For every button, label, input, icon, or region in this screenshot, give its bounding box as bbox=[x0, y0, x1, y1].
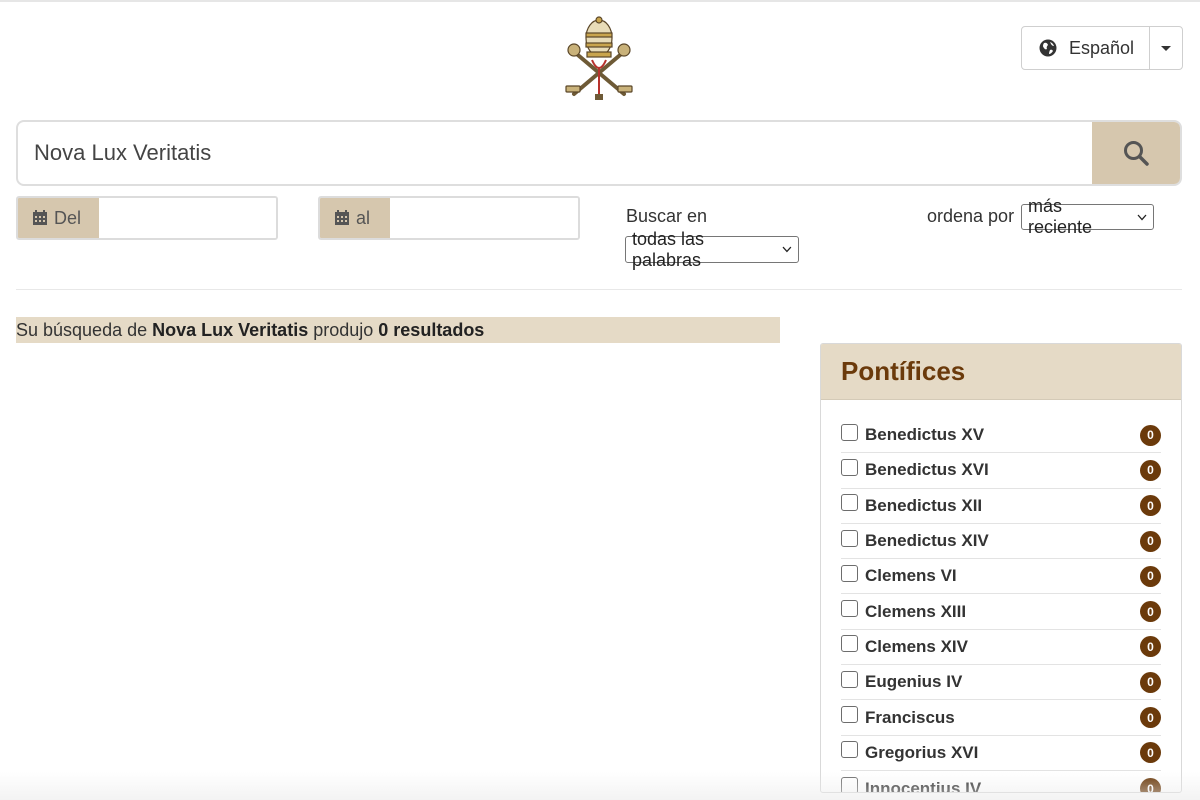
pontiff-checkbox[interactable] bbox=[841, 741, 858, 759]
search-input[interactable] bbox=[18, 122, 1092, 184]
search-button[interactable] bbox=[1092, 122, 1180, 184]
sort-select[interactable]: más reciente bbox=[1021, 196, 1154, 237]
pontiff-item[interactable]: Benedictus XIV 0 bbox=[841, 524, 1161, 560]
pontiff-count-badge: 0 bbox=[1140, 530, 1161, 552]
pontiff-checkbox[interactable] bbox=[841, 600, 858, 618]
date-to-field: al bbox=[318, 196, 580, 240]
chevron-down-icon bbox=[782, 246, 792, 253]
sort-label: ordena por bbox=[927, 206, 1015, 226]
result-prefix: Su búsqueda de bbox=[16, 320, 148, 340]
date-to-label: al bbox=[356, 207, 371, 228]
pontiff-count-badge: 0 bbox=[1140, 601, 1161, 623]
pontiff-name: Clemens XIV bbox=[865, 636, 968, 656]
language-label: Español bbox=[1069, 37, 1135, 58]
pontiff-count-badge: 0 bbox=[1140, 778, 1161, 792]
pontiff-item[interactable]: Franciscus 0 bbox=[841, 700, 1161, 736]
pontiff-checkbox[interactable] bbox=[841, 564, 858, 582]
pontiff-item[interactable]: Clemens VI 0 bbox=[841, 559, 1161, 595]
date-from-addon: Del bbox=[18, 198, 99, 238]
pontiff-count-badge: 0 bbox=[1140, 495, 1161, 517]
search-bar bbox=[16, 120, 1182, 186]
pontiff-checkbox[interactable] bbox=[841, 494, 858, 512]
language-selector[interactable]: Español bbox=[1021, 26, 1183, 70]
pontiff-name: Clemens XIII bbox=[865, 601, 967, 621]
result-query: Nova Lux Veritatis bbox=[152, 320, 309, 340]
date-from-input[interactable] bbox=[99, 198, 276, 238]
globe-icon bbox=[1039, 39, 1057, 57]
pontiff-checkbox[interactable] bbox=[841, 529, 858, 547]
pontiff-count-badge: 0 bbox=[1140, 742, 1161, 764]
pontifices-list: Benedictus XV 0 Benedictus XVI 0 Benedic… bbox=[821, 400, 1181, 793]
pontifices-header: Pontífices bbox=[821, 344, 1181, 400]
pontiff-name: Gregorius XVI bbox=[865, 742, 979, 762]
pontiff-checkbox[interactable] bbox=[841, 458, 858, 476]
pontiff-name: Eugenius IV bbox=[865, 672, 963, 692]
pontiff-name: Franciscus bbox=[865, 707, 955, 727]
search-in-label: Buscar en bbox=[626, 206, 708, 226]
pontiff-item[interactable]: Clemens XIII 0 bbox=[841, 594, 1161, 630]
date-to-input[interactable] bbox=[390, 198, 578, 238]
result-middle: produjo bbox=[313, 320, 374, 340]
pontiff-count-badge: 0 bbox=[1140, 671, 1161, 693]
date-to-addon: al bbox=[320, 198, 390, 238]
date-from-label: Del bbox=[54, 207, 82, 228]
date-from-field: Del bbox=[16, 196, 278, 240]
language-dropdown-toggle[interactable] bbox=[1150, 27, 1182, 69]
pontiff-name: Benedictus XIV bbox=[865, 531, 989, 551]
pontiff-count-badge: 0 bbox=[1140, 636, 1161, 658]
search-icon bbox=[1124, 141, 1149, 166]
pontifices-title: Pontífices bbox=[841, 356, 966, 386]
pontiff-count-badge: 0 bbox=[1140, 459, 1161, 481]
language-button[interactable]: Español bbox=[1022, 27, 1150, 69]
pontiff-item[interactable]: Benedictus XV 0 bbox=[841, 418, 1161, 454]
pontiff-count-badge: 0 bbox=[1140, 424, 1161, 446]
pontiff-checkbox[interactable] bbox=[841, 670, 858, 688]
pontiff-name: Clemens VI bbox=[865, 566, 957, 586]
result-summary: Su búsqueda de Nova Lux Veritatis produj… bbox=[16, 317, 780, 343]
pontiff-item[interactable]: Clemens XIV 0 bbox=[841, 630, 1161, 666]
pontiff-count-badge: 0 bbox=[1140, 707, 1161, 729]
search-in-select[interactable]: todas las palabras bbox=[625, 229, 799, 270]
result-count: 0 resultados bbox=[378, 320, 485, 340]
calendar-icon bbox=[335, 210, 349, 225]
pontiff-item[interactable]: Eugenius IV 0 bbox=[841, 665, 1161, 701]
pontiff-name: Benedictus XVI bbox=[865, 460, 989, 480]
caret-down-icon bbox=[1161, 45, 1171, 51]
pontiff-name: Innocentius IV bbox=[865, 778, 982, 793]
divider bbox=[16, 289, 1182, 290]
pontiff-name: Benedictus XV bbox=[865, 425, 985, 445]
chevron-down-icon bbox=[1137, 214, 1147, 220]
pontiff-checkbox[interactable] bbox=[841, 777, 858, 792]
search-in-value: todas las palabras bbox=[632, 228, 705, 270]
top-border bbox=[0, 0, 1200, 2]
pontiff-checkbox[interactable] bbox=[841, 635, 858, 653]
pontiff-item[interactable]: Benedictus XII 0 bbox=[841, 489, 1161, 524]
pontifices-panel: Pontífices Benedictus XV 0 Benedictus XV… bbox=[820, 343, 1182, 793]
calendar-icon bbox=[33, 210, 47, 225]
pontiff-checkbox[interactable] bbox=[841, 423, 858, 441]
pontiff-checkbox[interactable] bbox=[841, 706, 858, 724]
sort-value: más reciente bbox=[1028, 196, 1093, 237]
pontiff-item[interactable]: Gregorius XVI 0 bbox=[841, 736, 1161, 771]
pontiff-item[interactable]: Innocentius IV 0 bbox=[841, 771, 1161, 793]
pontiff-item[interactable]: Benedictus XVI 0 bbox=[841, 453, 1161, 489]
papal-emblem-logo[interactable] bbox=[562, 16, 636, 102]
pontiff-count-badge: 0 bbox=[1140, 565, 1161, 587]
pontiff-name: Benedictus XII bbox=[865, 495, 983, 515]
